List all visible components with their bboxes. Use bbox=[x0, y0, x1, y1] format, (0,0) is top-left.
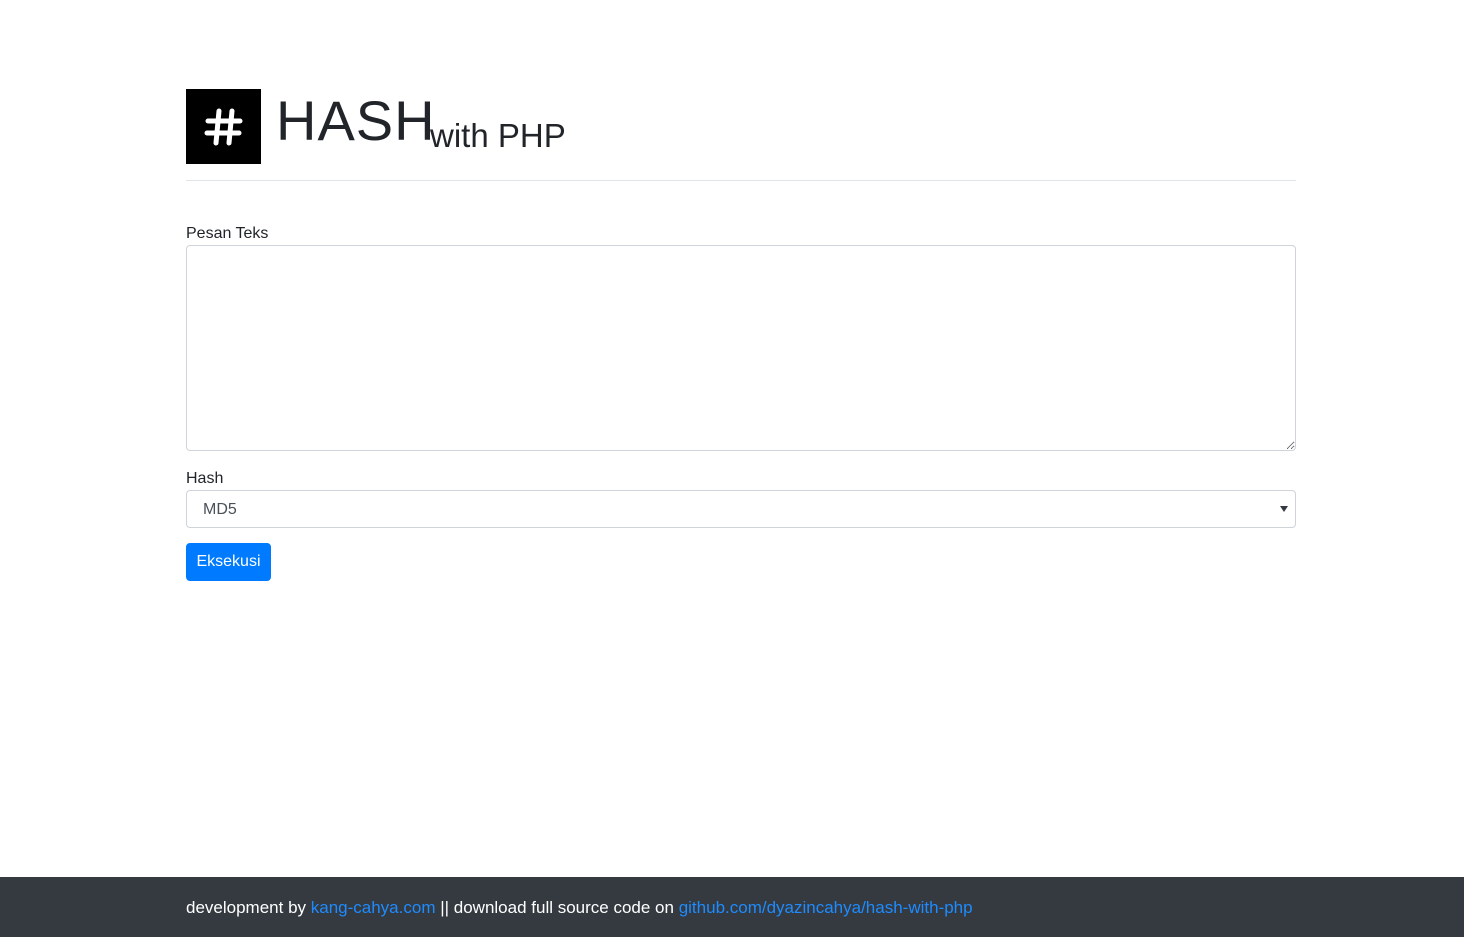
hash-select[interactable]: MD5 bbox=[186, 490, 1296, 528]
footer: development by kang-cahya.com || downloa… bbox=[0, 877, 1464, 937]
author-link[interactable]: kang-cahya.com bbox=[311, 898, 436, 917]
footer-middle: || download full source code on bbox=[435, 898, 679, 917]
execute-button[interactable]: Eksekusi bbox=[186, 543, 271, 581]
page-title: HASH bbox=[276, 89, 436, 152]
caret-down-icon bbox=[1279, 503, 1289, 515]
page-header: HASH with PHP bbox=[186, 89, 1296, 181]
message-textarea[interactable] bbox=[186, 245, 1296, 451]
hash-select-value: MD5 bbox=[203, 501, 237, 518]
footer-prefix: development by bbox=[186, 898, 311, 917]
repo-link[interactable]: github.com/dyazincahya/hash-with-php bbox=[679, 898, 973, 917]
footer-text: development by kang-cahya.com || downloa… bbox=[186, 897, 973, 919]
hash-icon bbox=[186, 89, 261, 164]
page-subtitle: with PHP bbox=[430, 117, 566, 154]
hash-label: Hash bbox=[186, 470, 224, 487]
message-label: Pesan Teks bbox=[186, 225, 269, 242]
page: HASH with PHP Pesan Teks Hash MD5 Ekseku… bbox=[0, 0, 1464, 937]
